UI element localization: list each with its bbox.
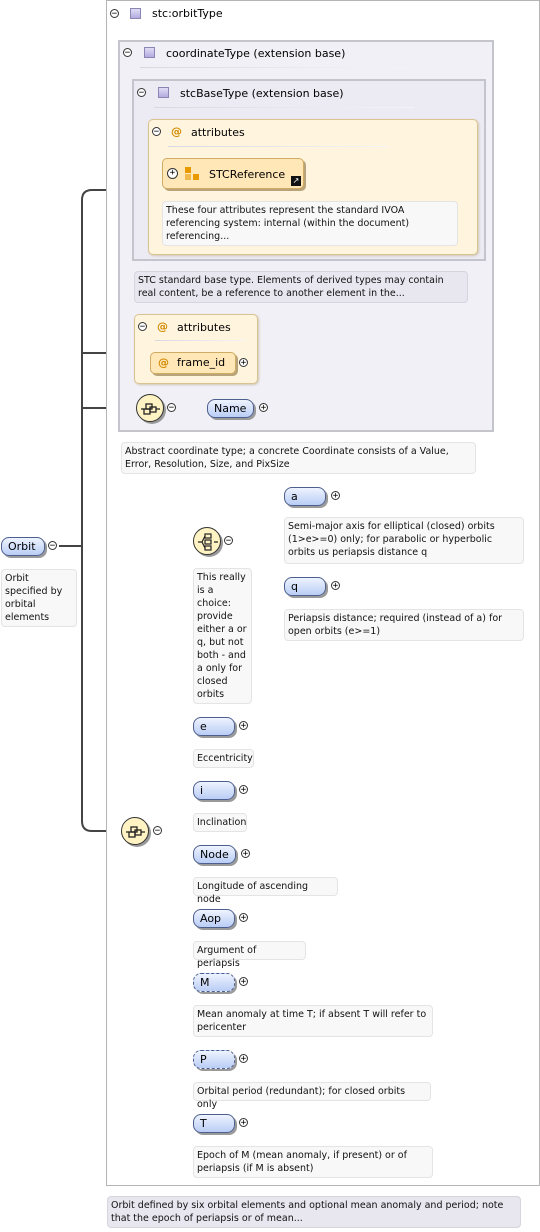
divider	[140, 67, 404, 68]
p-element[interactable]: P	[193, 1050, 235, 1069]
divider	[155, 340, 245, 341]
complex-type-icon	[144, 47, 155, 58]
q-note: Periapsis distance; required (instead of…	[284, 609, 524, 641]
choice-compositor-icon[interactable]	[193, 527, 221, 555]
collapse-attributes-icon[interactable]: −	[138, 322, 147, 332]
e-label: e	[200, 720, 207, 733]
node-label: Node	[200, 848, 229, 861]
stc-reference-note: These four attributes represent the stan…	[162, 201, 458, 246]
orbit-note: Orbit specified by orbital elements	[1, 569, 77, 627]
stc-base-type-note: STC standard base type. Elements of deri…	[134, 271, 468, 303]
expand-p-icon[interactable]: +	[239, 1054, 248, 1064]
frame-id-attribute[interactable]: @ frame_id	[150, 352, 236, 374]
at-sign-icon: @	[171, 125, 182, 138]
q-element[interactable]: q	[284, 577, 326, 596]
at-sign-icon: @	[157, 320, 168, 333]
a-element[interactable]: a	[284, 487, 326, 506]
t-label: T	[200, 1117, 207, 1130]
p-label: P	[200, 1053, 207, 1066]
aop-element[interactable]: Aop	[193, 909, 235, 928]
name-label: Name	[214, 402, 247, 415]
m-label: M	[200, 976, 210, 989]
stc-reference-group[interactable]: + STCReference ↗	[162, 158, 304, 189]
aop-label: Aop	[200, 912, 222, 925]
collapse-sequence-icon[interactable]: −	[153, 826, 162, 836]
collapse-orbit-icon[interactable]: −	[48, 541, 57, 551]
collapse-attributes-icon[interactable]: −	[152, 127, 161, 137]
i-note: Inclination	[193, 813, 247, 832]
collapse-coordinate-type-icon[interactable]: −	[123, 48, 132, 58]
expand-stc-reference-icon[interactable]: +	[167, 168, 178, 179]
expand-aop-icon[interactable]: +	[239, 913, 248, 923]
collapse-stc-base-type-icon[interactable]: −	[137, 88, 146, 98]
expand-a-icon[interactable]: +	[331, 491, 340, 501]
choice-note: This really is a choice: provide either …	[193, 568, 252, 704]
stc-reference-label: STCReference	[209, 168, 286, 181]
expand-e-icon[interactable]: +	[239, 721, 248, 731]
divider	[168, 146, 388, 147]
orbit-type-title: stc:orbitType	[152, 7, 223, 20]
orbit-type-note: Orbit defined by six orbital elements an…	[107, 1196, 521, 1228]
e-note: Eccentricity	[193, 749, 254, 768]
complex-type-icon	[130, 8, 141, 19]
expand-name-icon[interactable]: +	[259, 403, 268, 413]
aop-note: Argument of periapsis	[193, 941, 306, 969]
collapse-sequence-icon[interactable]: −	[167, 403, 176, 413]
expand-m-icon[interactable]: +	[239, 977, 248, 987]
orbit-element[interactable]: Orbit	[1, 537, 45, 556]
expand-q-icon[interactable]: +	[331, 581, 340, 591]
stc-base-type-title: stcBaseType (extension base)	[180, 87, 344, 100]
p-note: Orbital period (redundant); for closed o…	[193, 1082, 431, 1110]
divider	[154, 107, 414, 108]
expand-t-icon[interactable]: +	[239, 1118, 248, 1128]
coordinate-type-note: Abstract coordinate type; a concrete Coo…	[121, 442, 476, 474]
q-label: q	[291, 580, 298, 593]
node-note: Longitude of ascending node	[193, 877, 338, 905]
stc-base-attributes-label: attributes	[191, 126, 245, 139]
node-element[interactable]: Node	[193, 845, 236, 864]
m-note: Mean anomaly at time T; if absent T will…	[193, 1005, 433, 1037]
complex-type-icon	[158, 87, 169, 98]
t-note: Epoch of M (mean anomaly, if present) or…	[193, 1146, 433, 1178]
coordinate-attributes-label: attributes	[177, 321, 231, 334]
frame-id-label: frame_id	[177, 356, 226, 369]
a-label: a	[291, 490, 298, 503]
collapse-orbit-type-icon[interactable]: −	[110, 9, 119, 19]
at-sign-icon: @	[158, 356, 169, 369]
i-label: i	[200, 784, 204, 797]
name-element[interactable]: Name	[207, 399, 254, 418]
sequence-compositor-icon[interactable]	[136, 394, 164, 422]
e-element[interactable]: e	[193, 717, 235, 736]
m-element[interactable]: M	[193, 973, 235, 992]
a-note: Semi-major axis for elliptical (closed) …	[284, 517, 524, 564]
collapse-choice-icon[interactable]: −	[224, 536, 233, 546]
sequence-compositor-icon[interactable]	[121, 817, 149, 845]
coordinate-type-title: coordinateType (extension base)	[166, 47, 346, 60]
expand-node-icon[interactable]: +	[241, 849, 250, 859]
attribute-group-icon	[185, 167, 191, 173]
expand-frame-id-icon[interactable]: +	[239, 358, 248, 368]
schema-diagram: Orbit − Orbit specified by orbital eleme…	[0, 0, 540, 1232]
orbit-label: Orbit	[8, 540, 36, 553]
i-element[interactable]: i	[193, 781, 235, 800]
shortcut-arrow-icon[interactable]: ↗	[291, 176, 301, 186]
t-element[interactable]: T	[193, 1114, 235, 1133]
expand-i-icon[interactable]: +	[239, 785, 248, 795]
